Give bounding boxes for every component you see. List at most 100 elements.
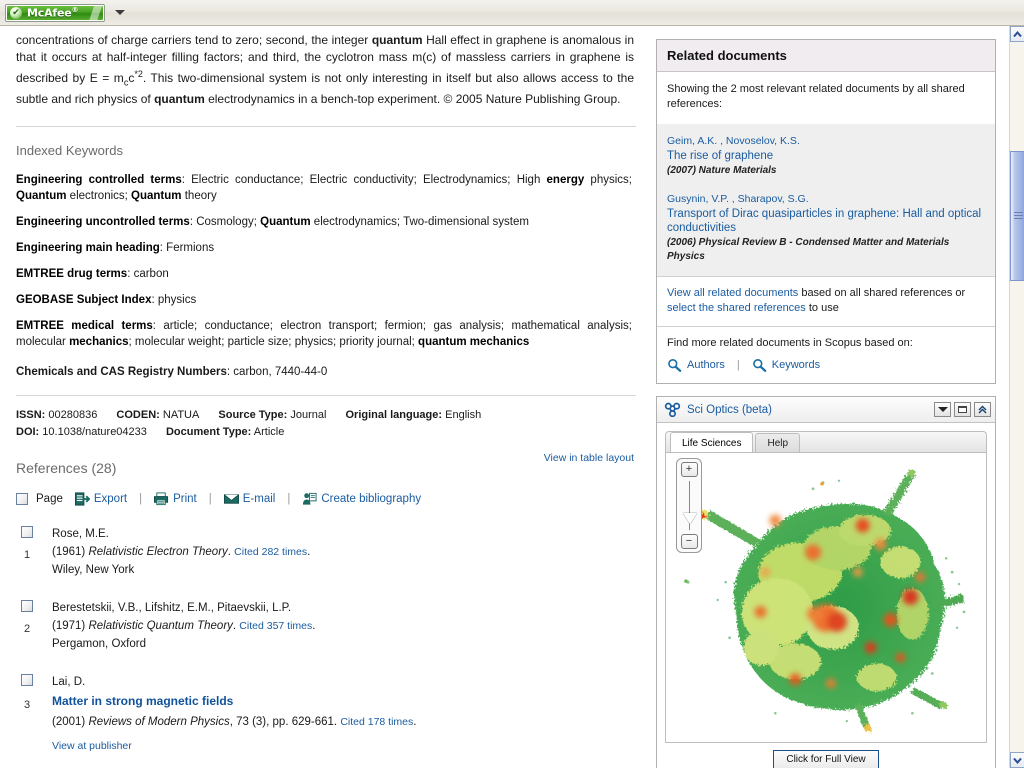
issn-label: ISSN: <box>16 409 46 422</box>
footer-end-text: to use <box>805 302 839 314</box>
scroll-down-arrow-icon[interactable] <box>1010 752 1024 768</box>
restore-icon[interactable] <box>954 402 971 417</box>
find-separator: | <box>736 359 740 371</box>
select-page-checkbox[interactable] <box>16 493 28 506</box>
scrollbar-thumb[interactable] <box>1010 151 1024 281</box>
science-map-canvas[interactable]: + − <box>665 452 987 743</box>
scroll-up-arrow-icon[interactable] <box>1010 26 1024 42</box>
science-map-heatmap <box>684 468 966 733</box>
related-title[interactable]: The rise of graphene <box>667 149 985 163</box>
minimize-icon[interactable] <box>934 402 951 417</box>
tab-help[interactable]: Help <box>755 433 801 452</box>
language-value: English <box>445 409 482 422</box>
zoom-out-button[interactable]: − <box>680 534 698 549</box>
tab-life-sciences[interactable]: Life Sciences <box>670 432 754 453</box>
reference-authors: Rose, M.E. <box>52 528 109 541</box>
check-circle-icon: ✔ <box>10 6 22 19</box>
related-documents-title: Related documents <box>657 40 995 72</box>
search-authors-button[interactable]: Authors <box>667 358 725 372</box>
metadata-line-2: DOI: 10.1038/nature04233 Document Type: … <box>16 426 636 438</box>
scioptics-panel: Sci Optics (beta) Life Sciences Help + −… <box>656 396 996 768</box>
keyword-line: Engineering controlled terms: Electric c… <box>16 174 632 203</box>
full-view-button[interactable]: Click for Full View <box>773 750 879 768</box>
reference-checkbox[interactable] <box>21 600 33 613</box>
references-toolbar: Page Export | Print | E-mail | Create bi… <box>16 492 636 506</box>
metadata-line-1: ISSN: 00280836 CODEN: NATUA Source Type:… <box>16 409 636 421</box>
doi-value: 10.1038/nature04233 <box>42 426 147 439</box>
source-type-label: Source Type: <box>218 409 288 422</box>
scioptics-header: Sci Optics (beta) <box>657 397 995 423</box>
zoom-slider-track[interactable] <box>682 481 697 530</box>
related-document-item[interactable]: Gusynin, V.P. , Sharapov, S.G. Transport… <box>667 192 985 264</box>
sidebar-column: Related documents Showing the 2 most rel… <box>656 26 996 768</box>
keyword-line: Engineering uncontrolled terms: Cosmolog… <box>16 216 529 229</box>
divider <box>16 126 636 128</box>
related-title[interactable]: Transport of Dirac quasiparticles in gra… <box>667 207 985 235</box>
reference-selector: 1 <box>16 525 52 579</box>
language-label: Original language: <box>345 409 443 422</box>
map-zoom-control: + − <box>676 458 702 553</box>
keyword-line: EMTREE medical terms: article; conductan… <box>16 320 632 349</box>
find-more-section: Find more related documents in Scopus ba… <box>657 326 995 383</box>
map-outlier-point <box>684 579 688 583</box>
print-label: Print <box>173 493 197 506</box>
reference-title-link[interactable]: Matter in strong magnetic fields <box>52 692 416 710</box>
reference-year: (1961) <box>52 546 86 559</box>
vertical-scrollbar[interactable] <box>1009 26 1024 768</box>
cited-by-link[interactable]: Cited 282 times <box>234 546 307 558</box>
related-documents-panel: Related documents Showing the 2 most rel… <box>656 39 996 384</box>
dropdown-caret-icon[interactable] <box>115 10 125 15</box>
reference-checkbox[interactable] <box>21 674 33 687</box>
bibliography-icon <box>303 493 317 506</box>
find-more-label: Find more related documents in Scopus ba… <box>667 337 913 349</box>
reference-row: 2 Berestetskii, V.B., Lifshitz, E.M., Pi… <box>16 599 636 653</box>
keywords-label: Keywords <box>771 359 821 371</box>
mcafee-badge-inner: ✔ McAfee® <box>7 5 103 20</box>
reference-publisher: Wiley, New York <box>52 564 135 577</box>
related-authors[interactable]: Gusynin, V.P. , Sharapov, S.G. <box>667 192 985 207</box>
keyword-lines: Engineering controlled terms: Electric c… <box>16 172 636 350</box>
export-button[interactable]: Export <box>74 492 127 506</box>
keyword-line: EMTREE drug terms: carbon <box>16 268 169 281</box>
reference-checkbox[interactable] <box>21 526 33 539</box>
find-more-links: Authors | Keywords <box>667 358 985 372</box>
badge-highlight <box>87 5 103 20</box>
search-keywords-button[interactable]: Keywords <box>752 358 820 372</box>
select-shared-references-link[interactable]: select the shared references <box>667 302 806 314</box>
reference-row: 3 Lai, D. Matter in strong magnetic fiel… <box>16 673 636 755</box>
reference-year: (1971) <box>52 620 86 633</box>
related-source: (2007) Nature Materials <box>667 165 777 176</box>
envelope-icon <box>223 494 239 505</box>
zoom-slider-thumb[interactable] <box>682 513 697 524</box>
print-button[interactable]: Print <box>154 492 197 506</box>
scioptics-logo-icon <box>664 402 681 417</box>
page-viewport: concentrations of charge carriers tend t… <box>0 26 1009 768</box>
view-in-table-layout-link[interactable]: View in table layout <box>544 452 634 464</box>
reference-citation: (2001) Reviews of Modern Physics, 73 (3)… <box>52 716 417 729</box>
export-icon <box>74 492 90 506</box>
related-documents-subtitle: Showing the 2 most relevant related docu… <box>667 83 965 110</box>
cited-by-link[interactable]: Cited 178 times <box>340 716 413 728</box>
related-source: (2006) Physical Review B - Condensed Mat… <box>667 237 950 262</box>
email-button[interactable]: E-mail <box>223 492 275 506</box>
related-document-item[interactable]: Geim, A.K. , Novoselov, K.S. The rise of… <box>667 134 985 178</box>
cited-by-link[interactable]: Cited 357 times <box>239 620 312 632</box>
page-label: Page <box>36 493 63 506</box>
scioptics-tabs: Life Sciences Help <box>665 431 987 453</box>
view-all-related-link[interactable]: View all related documents <box>667 287 798 299</box>
reference-number: 1 <box>24 549 31 562</box>
create-bibliography-button[interactable]: Create bibliography <box>302 492 421 506</box>
reference-selector: 3 <box>16 673 52 755</box>
bibliography-label: Create bibliography <box>321 493 422 506</box>
view-at-publisher-link[interactable]: View at publisher <box>52 737 132 755</box>
divider <box>16 395 636 397</box>
collapse-icon[interactable] <box>974 402 991 417</box>
main-content-column: concentrations of charge carriers tend t… <box>0 26 652 768</box>
related-documents-list: Geim, A.K. , Novoselov, K.S. The rise of… <box>657 124 995 276</box>
mcafee-siteadvisor-button[interactable]: ✔ McAfee® <box>5 3 105 22</box>
reference-citation: (1971) Relativistic Quantum Theory. Cite… <box>52 620 316 633</box>
zoom-in-button[interactable]: + <box>680 462 698 477</box>
related-authors[interactable]: Geim, A.K. , Novoselov, K.S. <box>667 134 985 149</box>
references-header-row: References (28) View in table layout <box>16 452 636 476</box>
doi-label: DOI: <box>16 426 40 439</box>
